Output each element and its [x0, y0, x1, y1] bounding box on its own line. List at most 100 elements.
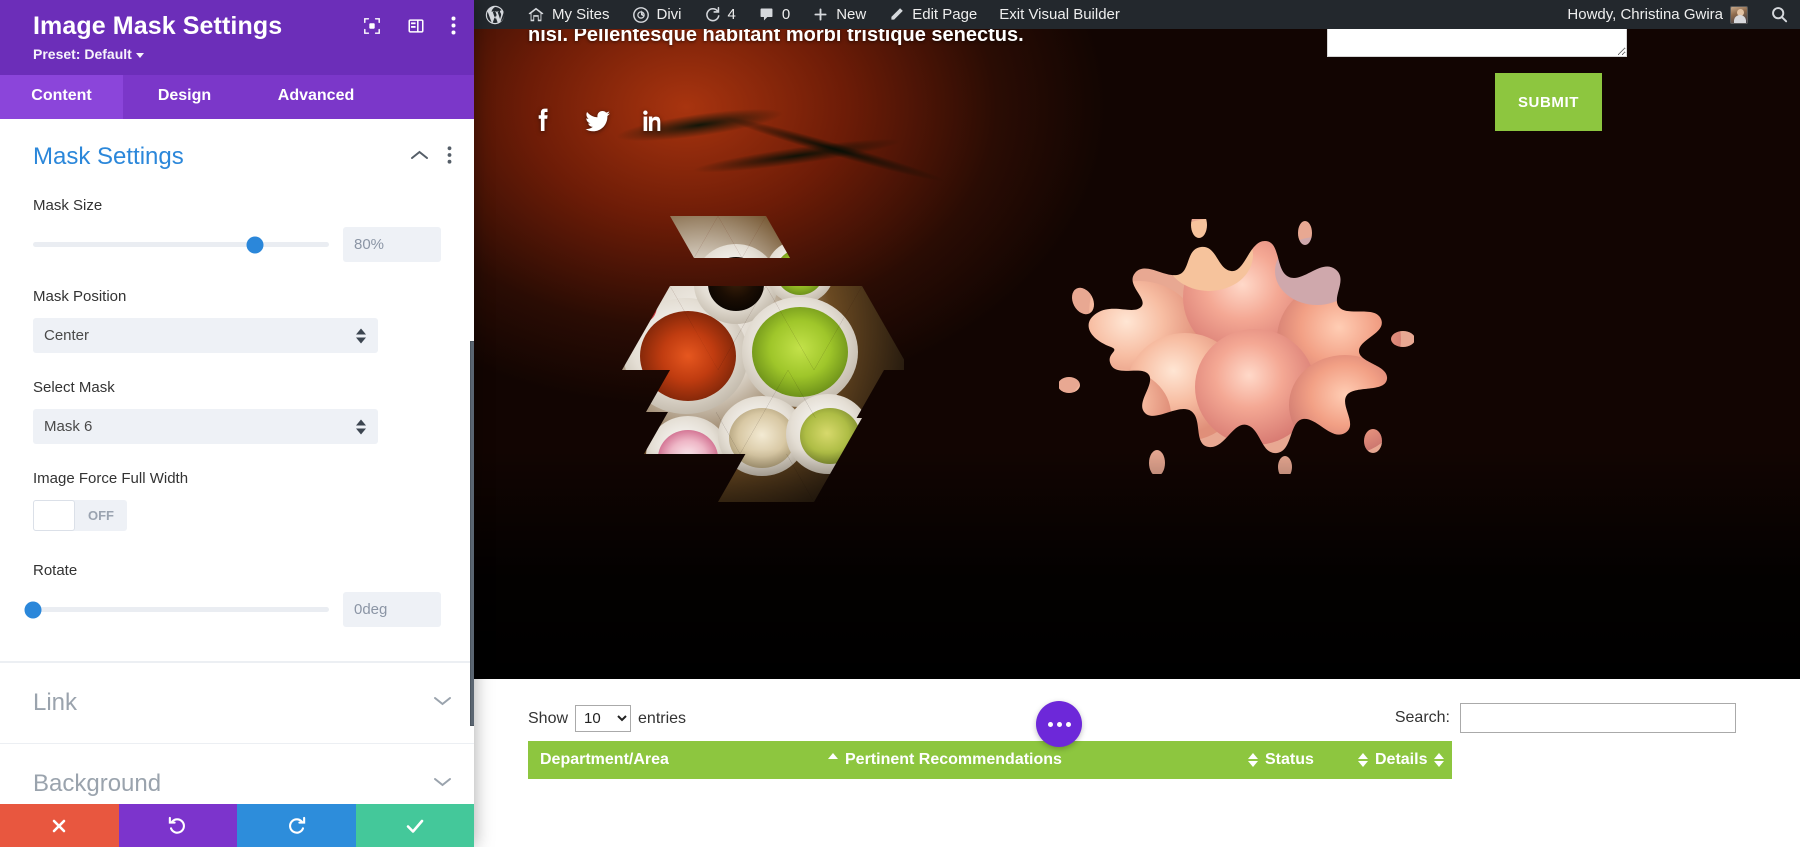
linkedin-icon[interactable]	[640, 105, 664, 140]
submit-button[interactable]: SUBMIT	[1495, 73, 1602, 131]
select-mask-label: Select Mask	[33, 379, 115, 396]
datatable-section: Show 102550100 entries Search: Departmen…	[474, 679, 1800, 847]
preset-selector[interactable]: Preset: Default	[33, 46, 452, 62]
image-force-full-width-label: Image Force Full Width	[33, 470, 189, 487]
edit-page-label: Edit Page	[912, 6, 978, 23]
section-link-label: Link	[33, 689, 78, 716]
section-background-label: Background	[33, 770, 162, 797]
rotate-row: 0deg	[24, 592, 441, 627]
mask-position-label: Mask Position	[33, 288, 127, 305]
updates-count: 4	[727, 6, 736, 23]
updates-menu[interactable]: 4	[693, 0, 747, 29]
mask-settings-section-header: Mask Settings	[0, 119, 474, 171]
wordpress-logo-icon	[485, 5, 505, 25]
mask-size-label: Mask Size	[33, 197, 103, 214]
pencil-icon	[888, 6, 905, 23]
wordpress-logo-button[interactable]	[474, 0, 516, 29]
focus-icon[interactable]	[363, 17, 381, 40]
column-header-recommendations[interactable]: Pertinent Recommendations	[828, 751, 1248, 769]
section-link[interactable]: Link	[0, 662, 474, 743]
field-rotate: Rotate 0deg	[0, 562, 474, 627]
tab-content[interactable]: Content	[0, 75, 123, 119]
admin-search-button[interactable]	[1759, 0, 1800, 29]
avatar	[1730, 5, 1748, 24]
account-greeting: Howdy, Christina Gwira	[1567, 6, 1723, 23]
edit-page-menu[interactable]: Edit Page	[877, 0, 988, 29]
mask-size-slider-handle[interactable]	[246, 236, 264, 253]
column-header-status[interactable]: Status	[1248, 751, 1358, 769]
new-label: New	[836, 6, 867, 23]
search-icon	[1770, 5, 1789, 24]
field-mask-size: Mask Size 80%	[0, 197, 474, 262]
column-label: Details	[1375, 751, 1428, 768]
chevron-down-icon	[433, 775, 452, 793]
undo-button[interactable]	[118, 804, 237, 847]
cancel-button[interactable]	[0, 804, 119, 847]
floating-action-button[interactable]	[1036, 701, 1082, 747]
sort-icon	[1434, 753, 1445, 767]
layout-icon[interactable]	[407, 17, 425, 40]
save-button[interactable]	[355, 804, 474, 847]
field-mask-position: Mask Position Center	[0, 288, 474, 353]
comments-menu[interactable]: 0	[747, 0, 801, 29]
more-horizontal-icon	[1056, 721, 1062, 727]
more-horizontal-icon	[1065, 721, 1071, 727]
column-label: Department/Area	[540, 751, 669, 768]
tab-advanced[interactable]: Advanced	[246, 75, 386, 119]
sort-ascending-icon	[828, 753, 838, 767]
hero-section: nisi. Pellentesque habitant morbi tristi…	[474, 29, 1800, 679]
comment-icon	[758, 6, 775, 23]
section-background[interactable]: Background	[0, 743, 474, 804]
exit-visual-builder-button[interactable]: Exit Visual Builder	[988, 0, 1131, 29]
divi-menu[interactable]: Divi	[621, 0, 693, 29]
screen-root: nisi. Pellentesque habitant morbi tristi…	[0, 0, 1800, 847]
rotate-value[interactable]: 0deg	[343, 592, 441, 627]
toggle-state: OFF	[88, 508, 114, 523]
exit-visual-builder-label: Exit Visual Builder	[999, 6, 1120, 23]
mask-position-value: Center	[44, 327, 90, 344]
mask-size-value[interactable]: 80%	[343, 227, 441, 262]
redo-button[interactable]	[237, 804, 356, 847]
panel-tabs: Content Design Advanced	[0, 75, 474, 119]
mask-position-select[interactable]: Center	[33, 318, 378, 353]
datatable-search: Search:	[1395, 703, 1736, 733]
updates-icon	[704, 6, 721, 23]
rotate-slider[interactable]	[24, 601, 329, 618]
chevron-up-icon[interactable]	[410, 148, 429, 166]
page-canvas: nisi. Pellentesque habitant morbi tristi…	[474, 29, 1800, 847]
column-header-details[interactable]: Details	[1358, 751, 1452, 769]
select-mask-select[interactable]: Mask 6	[33, 409, 378, 444]
more-vertical-icon[interactable]	[451, 16, 456, 40]
search-input[interactable]	[1460, 703, 1736, 733]
panel-header-actions	[363, 16, 456, 40]
page-length-select[interactable]: 102550100	[575, 705, 632, 732]
facebook-icon[interactable]	[532, 105, 556, 140]
show-label: Show	[528, 709, 569, 727]
more-vertical-icon[interactable]	[447, 145, 452, 169]
wp-admin-bar: My Sites Divi 4 0 New Edit Page Exit Vis…	[474, 0, 1800, 29]
toggle-knob	[33, 500, 75, 531]
account-menu[interactable]: Howdy, Christina Gwira	[1556, 0, 1759, 29]
rotate-slider-handle[interactable]	[24, 601, 42, 618]
masked-image-splat[interactable]	[1058, 212, 1415, 478]
image-force-full-width-toggle[interactable]: OFF	[33, 500, 127, 531]
panel-scrollbar-thumb[interactable]	[470, 341, 474, 726]
column-header-department[interactable]: Department/Area	[528, 751, 828, 769]
panel-header: Image Mask Settings Preset: Default	[0, 0, 474, 75]
sites-icon	[527, 6, 545, 24]
tab-design[interactable]: Design	[123, 75, 246, 119]
mask-size-slider[interactable]	[33, 236, 329, 253]
social-links	[532, 105, 664, 140]
my-sites-label: My Sites	[552, 6, 610, 23]
divi-label: Divi	[656, 6, 682, 23]
twitter-icon[interactable]	[584, 105, 612, 140]
sort-icon	[1248, 753, 1258, 767]
new-content-menu[interactable]: New	[801, 0, 877, 29]
sort-icon	[1358, 753, 1368, 767]
my-sites-menu[interactable]: My Sites	[516, 0, 621, 29]
datatable-header-row: Department/Area Pertinent Recommendation…	[528, 741, 1452, 779]
message-textarea[interactable]	[1327, 29, 1627, 57]
column-label: Status	[1265, 751, 1314, 768]
module-settings-panel: Image Mask Settings Preset: Default Cont…	[0, 0, 474, 847]
panel-body: Mask Settings Mask Size 80% Mask Positio…	[0, 119, 474, 804]
